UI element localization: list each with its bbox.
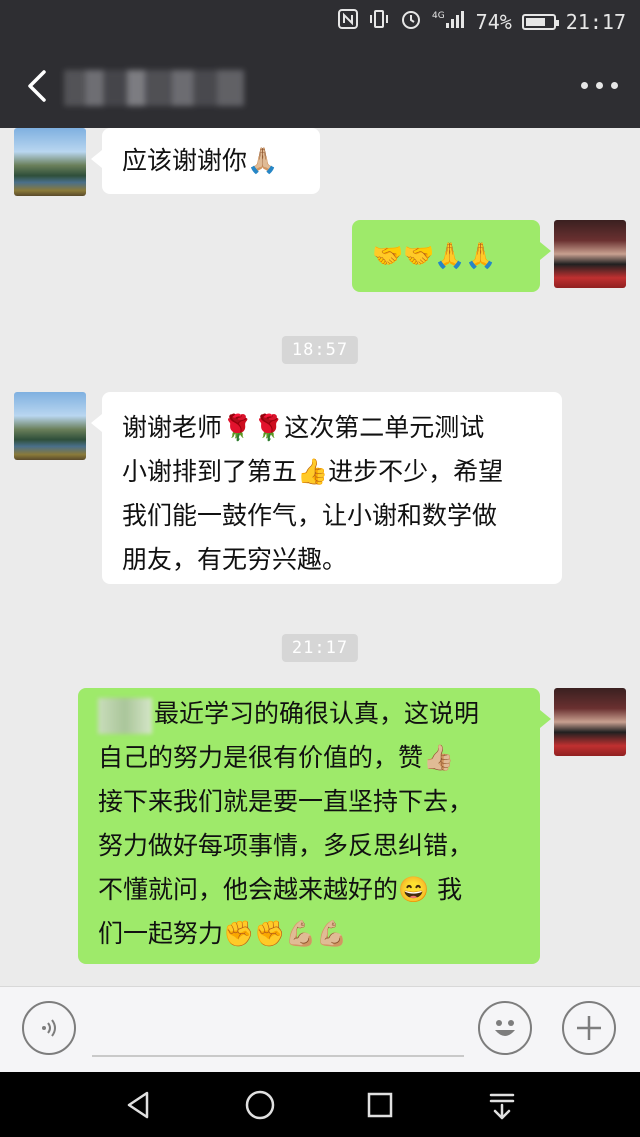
nav-back-triangle-icon[interactable] [118, 1088, 158, 1122]
message-line: 努力做好每项事情，多反思纠错， [98, 831, 474, 860]
message-line: 不懂就问，他会越来越好的😄 我 [98, 875, 463, 904]
plus-icon[interactable] [562, 1001, 616, 1055]
system-nav-bar [0, 1072, 640, 1137]
nav-home-circle-icon[interactable] [240, 1088, 280, 1122]
message-line: 小谢排到了第五👍进步不少，希望 [122, 457, 504, 486]
nfc-icon [337, 9, 358, 34]
alarm-icon [400, 8, 422, 35]
message-text: 🤝🤝🙏🙏 [372, 241, 497, 270]
message-line: 自己的努力是很有价值的，赞👍🏼 [98, 743, 455, 772]
status-bar-right: 4G 74% 21:17 [337, 8, 626, 35]
emoji-face-icon[interactable] [478, 1001, 532, 1055]
vibrate-icon [368, 9, 390, 34]
message-line: 我们能一鼓作气，让小谢和数学做 [122, 501, 498, 530]
message-line: 谢谢老师🌹🌹这次第二单元测试 [122, 413, 485, 442]
svg-text:4G: 4G [432, 11, 445, 21]
avatar[interactable] [14, 128, 86, 196]
message-bubble[interactable]: 最近学习的确很认真，这说明 自己的努力是很有价值的，赞👍🏼 接下来我们就是要一直… [78, 688, 551, 964]
status-time: 21:17 [565, 9, 626, 34]
battery-percent: 74% [475, 9, 512, 34]
contact-name-blurred [64, 70, 244, 106]
avatar[interactable] [554, 688, 626, 756]
signal-4g-icon: 4G [432, 9, 466, 34]
message-line: 们一起努力✊✊💪🏼💪🏼 [98, 919, 348, 948]
timestamp: 21:17 [281, 634, 359, 662]
nav-pulldown-icon[interactable] [482, 1088, 522, 1122]
timestamp: 18:57 [281, 336, 359, 364]
voice-icon[interactable] [22, 1001, 76, 1055]
avatar[interactable] [14, 392, 86, 460]
avatar[interactable] [554, 220, 626, 288]
status-bar: 4G 74% 21:17 [0, 0, 640, 44]
chat-area[interactable]: 应该谢谢你🙏🏼 🤝🤝🙏🙏 18:57 谢谢老师🌹🌹这次第二单元测试 小谢排到了第… [0, 128, 640, 986]
message-line: 接下来我们就是要一直坚持下去， [98, 787, 474, 816]
message-bubble[interactable]: 谢谢老师🌹🌹这次第二单元测试 小谢排到了第五👍进步不少，希望 我们能一鼓作气，让… [91, 392, 562, 584]
message-line: 朋友，有无穷兴趣。 [122, 545, 348, 574]
message-line: 最近学习的确很认真，这说明 [98, 692, 520, 736]
message-input[interactable] [92, 1055, 464, 1057]
nav-recents-square-icon[interactable] [360, 1088, 400, 1122]
battery-icon [521, 13, 559, 30]
message-bubble[interactable]: 🤝🤝🙏🙏 [352, 220, 551, 292]
message-bubble[interactable]: 应该谢谢你🙏🏼 [91, 128, 320, 194]
battery-fill [525, 17, 545, 26]
blurred-name [98, 697, 152, 734]
message-text: 应该谢谢你🙏🏼 [122, 146, 279, 175]
chat-header [0, 44, 640, 128]
chevron-left-icon[interactable] [20, 64, 60, 108]
more-dots-icon[interactable] [581, 82, 618, 89]
input-bar [0, 986, 640, 1073]
